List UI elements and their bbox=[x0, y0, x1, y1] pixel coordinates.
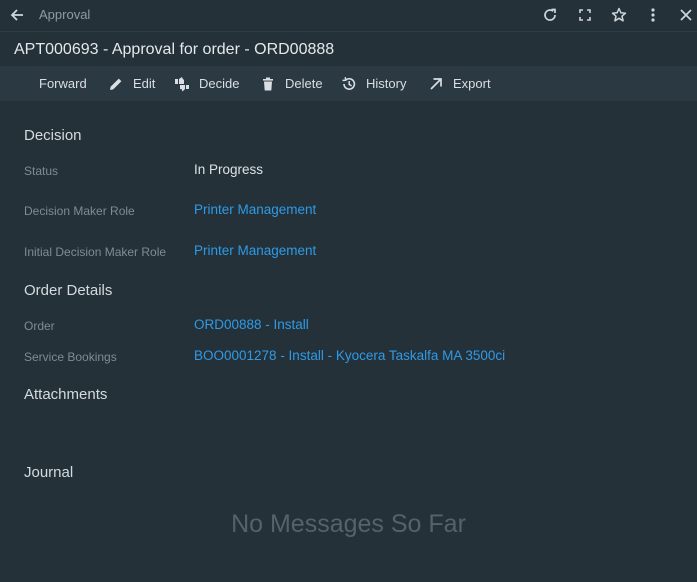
fullscreen-button[interactable] bbox=[576, 6, 594, 24]
refresh-button[interactable] bbox=[541, 6, 559, 24]
decide-label: Decide bbox=[199, 76, 240, 91]
service-bookings-label: Service Bookings bbox=[24, 350, 117, 364]
history-label: History bbox=[366, 76, 407, 91]
order-label: Order bbox=[24, 319, 55, 333]
favorite-button[interactable] bbox=[610, 6, 628, 24]
star-icon bbox=[611, 7, 627, 22]
back-button[interactable] bbox=[8, 6, 26, 24]
edit-button[interactable]: Edit bbox=[108, 66, 155, 101]
delete-label: Delete bbox=[285, 76, 323, 91]
export-label: Export bbox=[453, 76, 491, 91]
close-icon bbox=[680, 9, 692, 21]
refresh-icon bbox=[544, 8, 556, 21]
arrow-left-icon bbox=[10, 9, 23, 21]
export-button[interactable]: Export bbox=[428, 66, 491, 101]
decision-maker-role-link[interactable]: Printer Management bbox=[194, 202, 316, 217]
trash-icon bbox=[263, 77, 273, 90]
fullscreen-icon bbox=[579, 9, 591, 21]
thumbs-icon bbox=[175, 76, 189, 91]
forward-label: Forward bbox=[39, 76, 87, 91]
decision-maker-role-label: Decision Maker Role bbox=[24, 204, 135, 218]
title-row: APT000693 - Approval for order - ORD0088… bbox=[0, 31, 697, 66]
action-toolbar: Forward Edit Decide Delete History Expor… bbox=[0, 66, 697, 101]
initial-decision-maker-role-link[interactable]: Printer Management bbox=[194, 243, 316, 258]
history-button[interactable]: History bbox=[341, 66, 406, 101]
decide-button[interactable]: Decide bbox=[174, 66, 239, 101]
status-value: In Progress bbox=[194, 162, 264, 177]
service-booking-link[interactable]: BOO0001278 - Install - Kyocera Taskalfa … bbox=[194, 348, 505, 363]
history-icon bbox=[342, 76, 356, 90]
breadcrumb[interactable]: Approval bbox=[39, 7, 90, 22]
journal-empty-message: No Messages So Far bbox=[231, 510, 466, 538]
page-title: APT000693 - Approval for order - ORD0088… bbox=[14, 41, 335, 58]
top-bar: Approval bbox=[0, 0, 697, 30]
close-button[interactable] bbox=[677, 6, 695, 24]
forward-button[interactable]: Forward bbox=[39, 66, 87, 101]
export-arrow-icon bbox=[430, 77, 442, 90]
more-button[interactable] bbox=[644, 6, 662, 24]
initial-decision-maker-role-label: Initial Decision Maker Role bbox=[24, 245, 167, 259]
pencil-icon bbox=[110, 78, 122, 90]
order-details-heading: Order Details bbox=[24, 282, 113, 299]
status-label: Status bbox=[24, 164, 59, 178]
more-vertical-icon bbox=[651, 8, 655, 22]
edit-label: Edit bbox=[133, 76, 156, 91]
attachments-heading: Attachments bbox=[24, 386, 108, 403]
order-link[interactable]: ORD00888 - Install bbox=[194, 317, 309, 332]
delete-button[interactable]: Delete bbox=[260, 66, 323, 101]
journal-heading: Journal bbox=[24, 464, 74, 481]
decision-heading: Decision bbox=[24, 127, 82, 144]
